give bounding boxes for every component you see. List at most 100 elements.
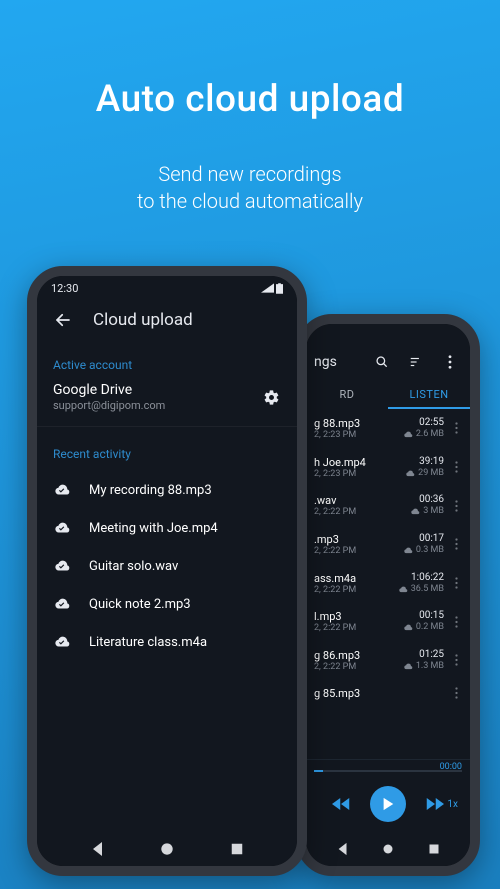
playback-rate[interactable]: 1x xyxy=(447,799,458,810)
recording-row[interactable]: l.mp32, 2:22 PM00:150.2 MB xyxy=(306,602,470,641)
recording-size: 36.5 MB xyxy=(411,584,444,596)
appbar: Cloud upload xyxy=(37,298,297,344)
play-button[interactable] xyxy=(370,786,406,822)
cloud-done-icon xyxy=(53,633,71,651)
recording-duration: 39:19 xyxy=(405,455,444,468)
recording-duration: 02:55 xyxy=(403,416,444,429)
hero: Auto cloud upload Send new recordings to… xyxy=(0,0,500,215)
recording-row[interactable]: .mp32, 2:22 PM00:170.3 MB xyxy=(306,525,470,564)
recording-subtitle: 2, 2:22 PM xyxy=(314,662,403,672)
recording-row[interactable]: ass.m4a2, 2:22 PM1:06:2236.5 MB xyxy=(306,564,470,603)
recording-title: .wav xyxy=(314,494,410,507)
battery-icon xyxy=(276,283,283,294)
gear-icon[interactable] xyxy=(261,387,281,407)
back-list: g 88.mp32, 2:23 PM02:552.6 MBh Joe.mp42,… xyxy=(306,409,470,759)
file-name: Guitar solo.wav xyxy=(89,559,178,574)
cloud-mini-icon xyxy=(403,624,413,632)
recent-item[interactable]: My recording 88.mp3 xyxy=(53,471,281,509)
row-overflow-icon[interactable] xyxy=(450,616,462,628)
recording-size: 1.3 MB xyxy=(416,661,444,673)
hero-title: Auto cloud upload xyxy=(0,0,500,121)
recording-title: .mp3 xyxy=(314,533,403,546)
recording-title: g 88.mp3 xyxy=(314,417,403,430)
recent-item[interactable]: Literature class.m4a xyxy=(53,623,281,661)
recording-size: 3 MB xyxy=(423,506,444,518)
nav-back-icon[interactable] xyxy=(334,840,352,858)
statusbar: 12:30 xyxy=(37,276,297,298)
recording-size: 0.3 MB xyxy=(416,545,444,557)
seek-time: 00:00 xyxy=(440,762,462,772)
cloud-mini-icon xyxy=(403,663,413,671)
file-name: Meeting with Joe.mp4 xyxy=(89,521,218,536)
recording-title: g 86.mp3 xyxy=(314,649,403,662)
recent-item[interactable]: Guitar solo.wav xyxy=(53,547,281,585)
back-arrow-icon[interactable] xyxy=(53,310,73,330)
row-overflow-icon[interactable] xyxy=(450,687,462,699)
recent-item[interactable]: Meeting with Joe.mp4 xyxy=(53,509,281,547)
recording-subtitle: 2, 2:22 PM xyxy=(314,507,410,517)
signal-icon xyxy=(261,283,274,293)
recent-item[interactable]: Quick note 2.mp3 xyxy=(53,585,281,623)
search-icon[interactable] xyxy=(372,352,392,372)
cloud-done-icon xyxy=(53,519,71,537)
recording-row[interactable]: g 86.mp32, 2:22 PM01:251.3 MB xyxy=(306,641,470,680)
recording-row[interactable]: g 85.mp3 xyxy=(306,680,470,707)
phone-back: ngs RD LISTEN g 88.mp32, 2:23 PM02:552.6… xyxy=(296,314,480,876)
recent-activity-label: Recent activity xyxy=(37,439,297,471)
row-overflow-icon[interactable] xyxy=(450,577,462,589)
back-navbar xyxy=(306,840,470,858)
forward-button[interactable] xyxy=(426,797,444,811)
cloud-mini-icon xyxy=(403,431,413,439)
recording-subtitle: 2, 2:22 PM xyxy=(314,585,398,595)
recording-size: 29 MB xyxy=(418,468,444,480)
row-overflow-icon[interactable] xyxy=(450,500,462,512)
cloud-done-icon xyxy=(53,557,71,575)
recording-title: ass.m4a xyxy=(314,572,398,585)
account-row[interactable]: Google Drive support@digipom.com xyxy=(37,382,297,427)
tab-record[interactable]: RD xyxy=(306,378,388,409)
cloud-done-icon xyxy=(53,595,71,613)
active-account-label: Active account xyxy=(37,350,297,382)
row-overflow-icon[interactable] xyxy=(450,422,462,434)
nav-home-icon[interactable] xyxy=(158,840,176,858)
overflow-icon[interactable] xyxy=(440,352,460,372)
cloud-mini-icon xyxy=(403,547,413,555)
file-name: My recording 88.mp3 xyxy=(89,483,212,498)
recording-row[interactable]: h Joe.mp42, 2:23 PM39:1929 MB xyxy=(306,448,470,487)
recording-duration: 01:25 xyxy=(403,648,444,661)
status-time: 12:30 xyxy=(51,282,78,295)
account-name: Google Drive xyxy=(53,382,165,398)
row-overflow-icon[interactable] xyxy=(450,461,462,473)
tabs: RD LISTEN xyxy=(306,378,470,409)
tab-listen[interactable]: LISTEN xyxy=(388,378,470,409)
recording-duration: 00:15 xyxy=(403,609,444,622)
row-overflow-icon[interactable] xyxy=(450,538,462,550)
recording-size: 2.6 MB xyxy=(416,429,444,441)
recording-row[interactable]: .wav2, 2:22 PM00:363 MB xyxy=(306,486,470,525)
nav-recents-icon[interactable] xyxy=(228,840,246,858)
recording-title: l.mp3 xyxy=(314,610,403,623)
cloud-done-icon xyxy=(53,481,71,499)
nav-home-icon[interactable] xyxy=(379,840,397,858)
rewind-button[interactable] xyxy=(332,797,350,811)
row-overflow-icon[interactable] xyxy=(450,654,462,666)
filter-icon[interactable] xyxy=(406,352,426,372)
account-email: support@digipom.com xyxy=(53,399,165,412)
file-name: Quick note 2.mp3 xyxy=(89,597,191,612)
cloud-mini-icon xyxy=(410,508,420,516)
nav-back-icon[interactable] xyxy=(89,840,107,858)
cloud-mini-icon xyxy=(398,586,408,594)
hero-sub-line1: Send new recordings xyxy=(0,161,500,188)
hero-subtitle: Send new recordings to the cloud automat… xyxy=(0,121,500,215)
player-controls: 1x xyxy=(306,782,470,830)
nav-recents-icon[interactable] xyxy=(425,840,443,858)
recording-subtitle: 2, 2:23 PM xyxy=(314,469,405,479)
recording-row[interactable]: g 88.mp32, 2:23 PM02:552.6 MB xyxy=(306,409,470,448)
recent-list: My recording 88.mp3 Meeting with Joe.mp4 G… xyxy=(37,471,297,661)
back-screen: ngs RD LISTEN g 88.mp32, 2:23 PM02:552.6… xyxy=(306,324,470,866)
cloud-mini-icon xyxy=(405,470,415,478)
phone-front: 12:30 Cloud upload Active account Google… xyxy=(27,266,307,876)
recording-duration: 00:17 xyxy=(403,532,444,545)
recording-subtitle: 2, 2:23 PM xyxy=(314,430,403,440)
seekbar[interactable]: 00:00 xyxy=(314,764,462,778)
